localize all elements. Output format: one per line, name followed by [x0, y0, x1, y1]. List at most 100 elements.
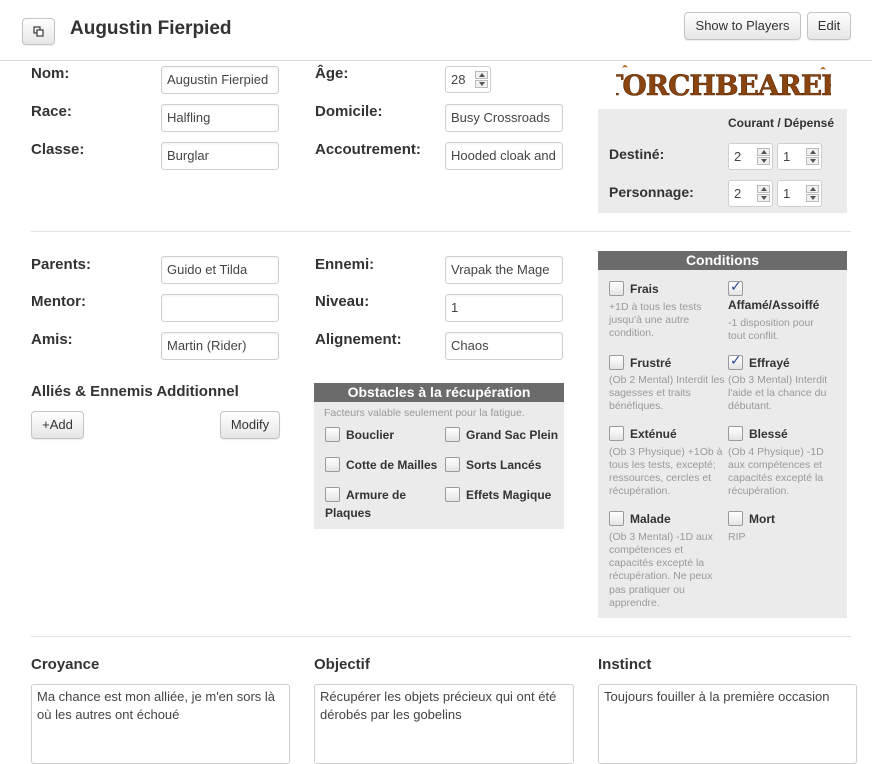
objectif-textarea[interactable]: Récupérer les objets précieux qui ont ét… [314, 684, 574, 764]
instinct-label: Instinct [598, 656, 652, 673]
niveau-label: Niveau: [315, 293, 370, 310]
extenue-description-1: (Ob 3 Physique) +1Ob à [609, 446, 723, 458]
collapse-button[interactable] [22, 18, 55, 45]
age-label: Âge: [315, 65, 349, 82]
personnage-depense-value: 1 [783, 186, 791, 201]
malade-description-1: (Ob 3 Mental) -1D aux [609, 531, 713, 543]
croyance-textarea[interactable]: Ma chance est mon alliée, je m'en sors l… [31, 684, 290, 764]
amis-field[interactable]: Martin (Rider) [161, 332, 279, 360]
classe-label: Classe: [31, 141, 85, 158]
instinct-textarea[interactable]: Toujours fouiller à la première occasion [598, 684, 857, 764]
affame-assoiffe-checkbox[interactable] [728, 279, 743, 296]
malade-label: Malade [630, 512, 671, 526]
effraye-description-2: l'aide et la chance du [728, 387, 827, 399]
character-name-title: Augustin Fierpied [70, 18, 232, 39]
effraye-description-3: débutant. [728, 400, 772, 412]
affame-description-2: tout conflit. [728, 330, 779, 342]
alignement-field[interactable]: Chaos [445, 332, 563, 360]
race-label: Race: [31, 103, 72, 120]
instinct-text-line1: Toujours fouiller à la première occasion [604, 689, 830, 704]
points-column-header: Courant / Dépensé [728, 116, 835, 130]
modify-allies-button[interactable]: Modify [220, 411, 280, 439]
malade-description-5: pas pratiquer ou [609, 584, 685, 596]
effets-magique-checkbox[interactable] [445, 487, 460, 502]
window-restore-icon [33, 26, 44, 37]
personnage-label: Personnage: [609, 184, 694, 200]
svg-text:TORCHBEARER: TORCHBEARER [616, 69, 831, 102]
effraye-description-1: (Ob 3 Mental) Interdit [728, 374, 828, 386]
croyance-text-line1: Ma chance est mon alliée, je m'en sors l… [37, 689, 276, 704]
frustre-description-1: (Ob 2 Mental) Interdit les [609, 374, 725, 386]
ennemi-label: Ennemi: [315, 256, 375, 273]
edit-button[interactable]: Edit [807, 12, 851, 40]
frustre-label: Frustré [630, 356, 672, 370]
extenue-description-2: tous les tests, excepté; [609, 459, 716, 471]
frustre-checkbox[interactable] [609, 355, 624, 370]
cotte-de-mailles-label: Cotte de Mailles [346, 458, 438, 472]
grand-sac-plein-label: Grand Sac Plein [466, 428, 559, 442]
cotte-de-mailles-checkbox[interactable] [325, 457, 340, 472]
obstacles-note: Facteurs valable seulement pour la fatig… [324, 407, 525, 419]
parents-label: Parents: [31, 256, 92, 273]
parents-field[interactable]: Guido et Tilda [161, 256, 279, 284]
alignement-label: Alignement: [315, 331, 402, 348]
armure-de-plaques-checkbox[interactable] [325, 487, 340, 502]
obstacles-title: Obstacles à la récupération [314, 383, 564, 402]
bouclier-checkbox[interactable] [325, 427, 340, 442]
nom-label: Nom: [31, 65, 70, 82]
frais-checkbox[interactable] [609, 281, 624, 296]
frais-description-1: +1D à tous les tests [609, 301, 702, 313]
mentor-label: Mentor: [31, 293, 86, 310]
accoutrement-label: Accoutrement: [315, 141, 421, 158]
amis-label: Amis: [31, 331, 73, 348]
niveau-field[interactable]: 1 [445, 294, 563, 322]
objectif-label: Objectif [314, 656, 370, 673]
destine-depense-stepper[interactable]: 1 [777, 143, 822, 170]
extenue-description-3: ressources, cercles et [609, 472, 712, 484]
croyance-text-line2: où les autres ont échoué [37, 707, 180, 722]
accoutrement-field[interactable]: Hooded cloak and [445, 142, 563, 170]
croyance-label: Croyance [31, 656, 100, 673]
mentor-field[interactable] [161, 294, 279, 322]
destine-courant-stepper[interactable]: 2 [728, 143, 773, 170]
objectif-text-line1: Récupérer les objets précieux qui ont ét… [320, 689, 557, 704]
malade-description-2: compétences et [609, 544, 684, 556]
frais-label: Frais [630, 282, 659, 296]
personnage-courant-stepper[interactable]: 2 [728, 180, 773, 207]
sorts-lances-checkbox[interactable] [445, 457, 460, 472]
malade-checkbox[interactable] [609, 511, 624, 526]
blesse-description-4: récupération. [728, 485, 790, 497]
grand-sac-plein-checkbox[interactable] [445, 427, 460, 442]
extenue-description-4: récupération. [609, 485, 671, 497]
effraye-label: Effrayé [749, 356, 790, 370]
malade-description-6: apprendre. [609, 597, 660, 609]
affame-description-1: -1 disposition pour [728, 317, 814, 329]
mort-checkbox[interactable] [728, 511, 743, 526]
domicile-field[interactable]: Busy Crossroads [445, 104, 563, 132]
extenue-label: Exténué [630, 427, 677, 441]
destine-depense-value: 1 [783, 149, 791, 164]
classe-field[interactable]: Burglar [161, 142, 279, 170]
objectif-text-line2: dérobés par les gobelins [320, 707, 462, 722]
ennemi-field[interactable]: Vrapak the Mage [445, 256, 563, 284]
mort-label: Mort [749, 512, 775, 526]
personnage-courant-value: 2 [734, 186, 742, 201]
add-ally-button[interactable]: +Add [31, 411, 84, 439]
frais-description-2: jusqu'à une autre [609, 314, 690, 326]
effraye-checkbox[interactable] [728, 353, 743, 370]
extenue-checkbox[interactable] [609, 426, 624, 441]
personnage-depense-stepper[interactable]: 1 [777, 180, 822, 207]
torchbearer-logo: TORCHBEARER [616, 65, 831, 102]
mort-description: RIP [728, 531, 746, 543]
conditions-title: Conditions [598, 251, 847, 270]
race-field[interactable]: Halfling [161, 104, 279, 132]
destine-label: Destiné: [609, 146, 665, 162]
affame-assoiffe-label: Affamé/Assoiffé [728, 298, 820, 312]
bouclier-label: Bouclier [346, 428, 395, 442]
nom-field[interactable]: Augustin Fierpied [161, 66, 279, 94]
malade-description-3: capacités excepté la [609, 557, 705, 569]
blesse-checkbox[interactable] [728, 426, 743, 441]
frustre-description-3: bénéfiques. [609, 400, 664, 412]
show-to-players-button[interactable]: Show to Players [684, 12, 801, 40]
age-stepper[interactable]: 28 [445, 66, 491, 93]
